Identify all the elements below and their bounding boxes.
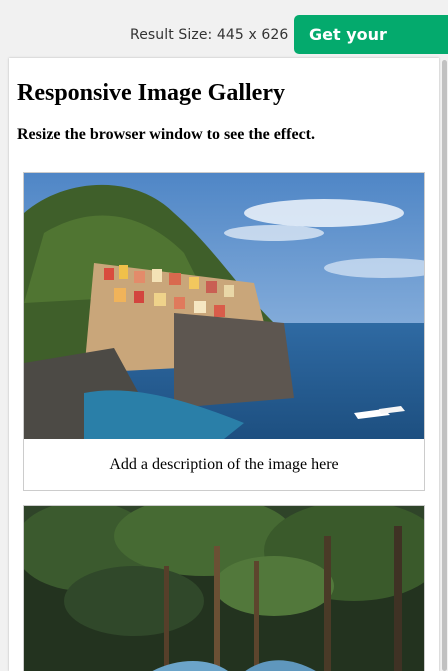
coastal-village-image xyxy=(24,173,424,439)
gallery-item: Add a description of the image here xyxy=(23,172,425,491)
top-edge xyxy=(0,0,448,10)
gallery-description: Add a description of the image here xyxy=(109,456,339,473)
scrollbar[interactable] xyxy=(441,58,448,671)
gallery-image[interactable] xyxy=(24,173,424,439)
gallery-item xyxy=(23,505,425,671)
page-subtitle: Resize the browser window to see the eff… xyxy=(17,126,315,143)
get-your-website-button[interactable]: Get your website xyxy=(294,15,448,83)
result-toolbar: Result Size: 445 x 626 Get your website xyxy=(0,10,448,83)
page-title: Responsive Image Gallery xyxy=(17,80,285,106)
result-frame: Responsive Image Gallery Resize the brow… xyxy=(9,58,439,671)
scrollbar-thumb[interactable] xyxy=(442,60,447,671)
forest-image xyxy=(24,506,424,671)
result-size-label: Result Size: 445 x 626 xyxy=(130,27,289,43)
gallery-image[interactable] xyxy=(24,506,424,671)
